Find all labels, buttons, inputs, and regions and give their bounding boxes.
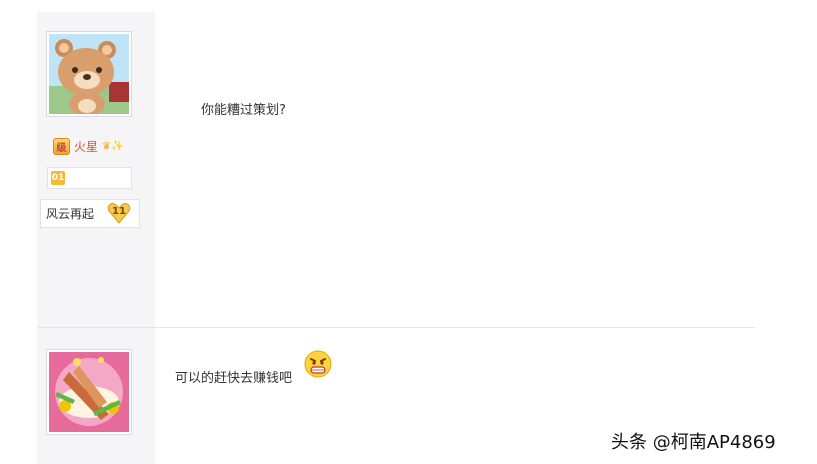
user-title-box[interactable]: 风云再起 11 xyxy=(40,199,140,228)
level-heart-icon: 11 xyxy=(107,202,131,224)
post-message-2: 可以的赶快去赚钱吧 xyxy=(175,371,293,386)
author-avatar-1[interactable] xyxy=(46,31,132,117)
rank-label: 火星 xyxy=(74,140,99,154)
rank-medal-icon: 级 xyxy=(53,138,70,155)
badge-icon: 01 xyxy=(51,171,65,185)
source-watermark: 头条 @柯南AP4869 xyxy=(611,432,776,453)
user-rank: 级 火星 ♛✨ xyxy=(53,138,123,155)
user-title: 风云再起 xyxy=(46,207,95,221)
user-badge-box: 01 xyxy=(47,167,132,189)
post-divider xyxy=(37,327,755,328)
angry-grin-emoticon-icon xyxy=(304,350,332,378)
author-avatar-2[interactable] xyxy=(46,349,132,435)
post-message-1: 你能糟过策划? xyxy=(201,103,286,118)
bear-avatar-image xyxy=(49,34,129,114)
food-avatar-image xyxy=(49,352,129,432)
user-level: 11 xyxy=(112,206,126,217)
rank-sparkle-icon: ♛✨ xyxy=(102,141,124,152)
